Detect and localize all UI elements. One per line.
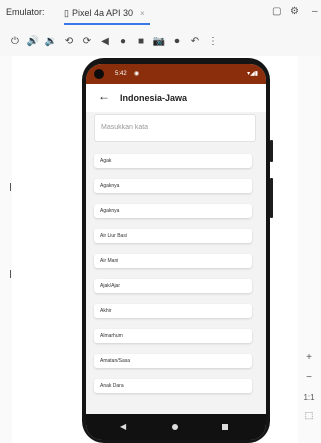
- list-item[interactable]: Amatan/Sasa: [94, 354, 252, 368]
- overview-icon[interactable]: ■: [132, 36, 150, 47]
- emulator-label: Emulator:: [6, 7, 45, 17]
- left-marker: [10, 183, 11, 191]
- signal-battery-icons: ▾◢▮: [247, 71, 258, 77]
- zoom-out-button[interactable]: −: [300, 372, 318, 383]
- power-side-button: [270, 140, 273, 162]
- notification-icon: ◉: [134, 71, 140, 77]
- status-bar: 5:42 ◉ ▾◢▮: [86, 64, 266, 84]
- list-item[interactable]: Agak: [94, 154, 252, 168]
- zoom-actual-button[interactable]: 1:1: [300, 393, 318, 402]
- word-list: Agak Agaknya Agaknya Air Liur Basi Air M…: [94, 154, 252, 404]
- list-item[interactable]: Anak Dara: [94, 379, 252, 393]
- more-icon[interactable]: ⋮: [204, 36, 222, 47]
- nav-back-icon[interactable]: ◀: [120, 422, 126, 431]
- zoom-in-button[interactable]: +: [300, 352, 318, 363]
- right-panel: [298, 56, 321, 443]
- left-panel: [0, 56, 12, 443]
- emulator-toolbar: ⏻ 🔊 🔉 ⟲ ⟳ ◀ ● ■ 📷 ⏺ ↶ ⋮: [0, 26, 321, 56]
- device-icon: ▯: [64, 7, 69, 18]
- tab-underline: [64, 23, 150, 25]
- back-arrow-icon[interactable]: ←: [98, 89, 110, 103]
- gear-icon[interactable]: ⚙: [290, 6, 299, 17]
- nav-home-icon[interactable]: [172, 424, 178, 430]
- nav-recent-icon[interactable]: [222, 424, 228, 430]
- camera-hole: [94, 69, 104, 79]
- back-icon[interactable]: ◀: [96, 36, 114, 47]
- home-icon[interactable]: ●: [114, 36, 132, 47]
- emulator-title-bar: Emulator: ▯ Pixel 4a API 30 × ▢ ⚙ –: [0, 0, 321, 26]
- volume-up-icon[interactable]: 🔊: [24, 36, 42, 47]
- fit-screen-icon[interactable]: ⬚: [300, 410, 318, 421]
- screenrecord-icon[interactable]: ⏺: [168, 36, 186, 47]
- list-item[interactable]: Air Liur Basi: [94, 229, 252, 243]
- rotate-right-icon[interactable]: ⟳: [78, 36, 96, 47]
- rotate-left-icon[interactable]: ⟲: [60, 36, 78, 47]
- phone-screen: 5:42 ◉ ▾◢▮ ← Indonesia-Jawa Agak Agaknya…: [86, 64, 266, 440]
- volume-down-icon[interactable]: 🔉: [42, 36, 60, 47]
- page-title: Indonesia-Jawa: [120, 93, 188, 103]
- list-item[interactable]: Air Mani: [94, 254, 252, 268]
- volume-side-button: [270, 178, 273, 218]
- list-item[interactable]: Akhir: [94, 304, 252, 318]
- tab-close-icon[interactable]: ×: [140, 9, 145, 18]
- minimize-icon[interactable]: –: [312, 6, 318, 17]
- device-tab-label: Pixel 4a API 30: [71, 8, 133, 18]
- status-time: 5:42: [115, 71, 127, 77]
- search-input[interactable]: [95, 115, 257, 139]
- window-restore-icon[interactable]: ▢: [272, 6, 281, 17]
- device-tab[interactable]: ▯ Pixel 4a API 30 ×: [64, 4, 145, 22]
- navigation-bar: ◀: [86, 414, 266, 440]
- search-box[interactable]: [94, 114, 257, 142]
- camera-icon[interactable]: 📷: [150, 36, 168, 47]
- power-icon[interactable]: ⏻: [6, 36, 24, 47]
- list-item[interactable]: Almarhum: [94, 329, 252, 343]
- undo-icon[interactable]: ↶: [186, 36, 204, 47]
- list-item[interactable]: Ajak/Ajar: [94, 279, 252, 293]
- list-item[interactable]: Agaknya: [94, 204, 252, 218]
- list-item[interactable]: Agaknya: [94, 179, 252, 193]
- app-bar: ← Indonesia-Jawa: [86, 84, 266, 112]
- left-marker: [10, 270, 11, 278]
